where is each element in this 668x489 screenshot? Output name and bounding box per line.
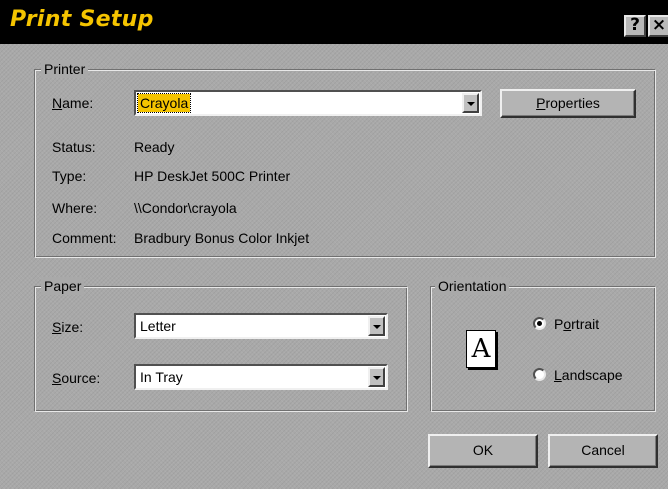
paper-size-label: Size: [52, 319, 84, 335]
printer-group-label: Printer [41, 60, 89, 78]
printer-name-label: Name: [52, 95, 94, 111]
ok-button[interactable]: OK [428, 434, 538, 468]
title-bar[interactable]: Print Setup ? × [0, 0, 668, 44]
landscape-radio[interactable] [533, 368, 546, 381]
printer-name-combobox[interactable]: Crayola [134, 90, 482, 116]
where-value: \\Condor\crayola [134, 200, 237, 216]
status-label: Status: [52, 139, 96, 155]
paper-group-label: Paper [41, 277, 85, 295]
page-orientation-icon: A [466, 330, 496, 368]
comment-label: Comment: [52, 230, 117, 246]
paper-source-combobox[interactable]: In Tray [134, 364, 388, 390]
orientation-group-label: Orientation [435, 277, 510, 295]
cancel-button[interactable]: Cancel [548, 434, 658, 468]
type-value: HP DeskJet 500C Printer [134, 168, 291, 184]
status-value: Ready [134, 139, 175, 155]
comment-value: Bradbury Bonus Color Inkjet [134, 230, 310, 246]
printer-name-dropdown-arrow-icon[interactable] [462, 93, 479, 113]
paper-source-label: Source: [52, 370, 101, 386]
portrait-radio[interactable] [533, 317, 546, 330]
paper-source-value: In Tray [140, 369, 183, 385]
paper-size-value: Letter [140, 318, 176, 334]
print-setup-dialog: Print Setup ? × Printer Name: Crayola Pr… [0, 0, 668, 489]
properties-button-label: roperties [545, 95, 600, 111]
printer-name-value: Crayola [136, 93, 192, 113]
orientation-group: Orientation [430, 277, 656, 412]
paper-size-dropdown-arrow-icon[interactable] [368, 316, 385, 336]
properties-underline-letter: P [536, 95, 546, 111]
dialog-title: Print Setup [10, 7, 154, 32]
landscape-label[interactable]: Landscape [554, 366, 623, 384]
paper-source-dropdown-arrow-icon[interactable] [368, 367, 385, 387]
paper-size-combobox[interactable]: Letter [134, 313, 388, 339]
where-label: Where: [52, 200, 98, 216]
type-label: Type: [52, 168, 87, 184]
close-button[interactable]: × [648, 15, 668, 37]
portrait-label[interactable]: Portrait [554, 315, 599, 333]
help-button[interactable]: ? [624, 15, 646, 37]
paper-group: Paper [34, 277, 408, 412]
properties-button[interactable]: Properties [500, 89, 636, 118]
